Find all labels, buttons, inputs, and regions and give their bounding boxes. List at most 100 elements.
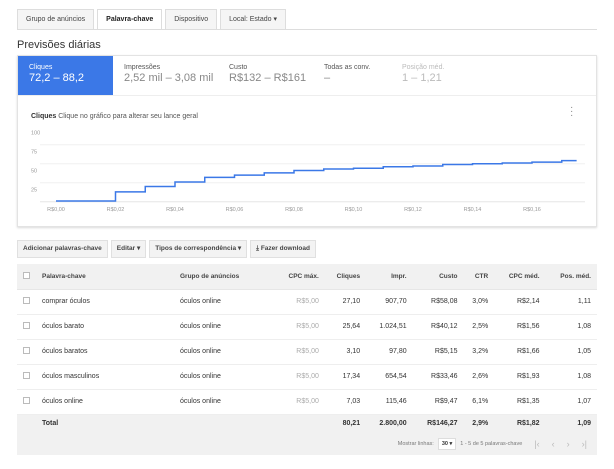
x-tick-label: R$0,14 xyxy=(464,207,482,213)
cell-keyword[interactable]: óculos barato xyxy=(36,314,174,340)
cell-clicks: 25,64 xyxy=(324,314,367,340)
cell-cost: R$33,46 xyxy=(412,364,464,390)
cell-avg-cpc: R$2,14 xyxy=(494,289,546,315)
cell-avg-cpc: R$1,93 xyxy=(494,364,546,390)
cell-ctr: 2,6% xyxy=(463,364,495,390)
rows-per-page-select[interactable]: 30 ▾ xyxy=(437,437,457,450)
table-row[interactable]: comprar óculos óculos online R$5,00 27,10 90… xyxy=(17,289,597,315)
cell-avg-cpc: R$1,66 xyxy=(494,339,546,365)
cell-keyword[interactable]: óculos masculinos xyxy=(36,364,174,390)
match-types-button[interactable]: Tipos de correspondência ▾ xyxy=(149,240,248,258)
y-tick-label: 50 xyxy=(31,169,37,175)
range-text: 1 - 5 de 5 palavras-chave xyxy=(460,440,523,447)
cell-max-cpc[interactable]: R$5,00 xyxy=(274,289,325,315)
table-row[interactable]: óculos barato óculos online R$5,00 25,64 1.0… xyxy=(17,314,597,340)
first-page-icon[interactable]: |‹ xyxy=(534,439,539,449)
cell-max-cpc[interactable]: R$5,00 xyxy=(274,339,325,365)
cell-ctr: 3,2% xyxy=(463,339,495,365)
total-impr: 2.800,00 xyxy=(366,414,413,434)
row-checkbox[interactable] xyxy=(17,364,36,390)
x-tick-label: R$0,06 xyxy=(226,207,244,213)
row-checkbox[interactable] xyxy=(17,339,36,365)
cell-impr: 115,46 xyxy=(366,389,413,415)
cell-keyword[interactable]: óculos online xyxy=(36,389,174,415)
cell-max-cpc[interactable]: R$5,00 xyxy=(274,314,325,340)
total-avg-cpc: R$1,82 xyxy=(494,414,546,434)
last-page-icon[interactable]: ›| xyxy=(582,439,587,449)
x-tick-label: R$0,02 xyxy=(107,207,125,213)
col-cost[interactable]: Custo xyxy=(412,264,464,290)
show-rows-label: Mostrar linhas: xyxy=(397,440,434,447)
cell-ctr: 6,1% xyxy=(463,389,495,415)
table-row[interactable]: óculos masculinos óculos online R$5,00 17,3… xyxy=(17,364,597,390)
row-checkbox[interactable] xyxy=(17,314,36,340)
cell-cost: R$9,47 xyxy=(412,389,464,415)
cell-ad-group: óculos online xyxy=(174,289,274,315)
cell-impr: 97,80 xyxy=(366,339,413,365)
col-ad-group[interactable]: Grupo de anúncios xyxy=(174,264,274,290)
clicks-chart[interactable]: 100 75 50 25 R$0,00 R$0,02 R$0,04 R$0,06 R$0,08 R… xyxy=(0,0,614,230)
cell-impr: 907,70 xyxy=(366,289,413,315)
download-button[interactable]: ⤓ Fazer download xyxy=(250,240,316,258)
total-ctr: 2,9% xyxy=(463,414,495,434)
x-tick-label: R$0,10 xyxy=(345,207,363,213)
download-label: Fazer download xyxy=(260,245,310,252)
edit-button[interactable]: Editar ▾ xyxy=(110,240,147,258)
total-avg-pos: 1,09 xyxy=(545,414,597,434)
cell-cost: R$40,12 xyxy=(412,314,464,340)
x-tick-label: R$0,16 xyxy=(523,207,541,213)
cell-ad-group: óculos online xyxy=(174,339,274,365)
cell-avg-pos: 1,08 xyxy=(545,314,597,340)
x-tick-label: R$0,00 xyxy=(47,207,65,213)
clicks-series-line xyxy=(56,159,577,202)
total-clicks: 80,21 xyxy=(324,414,367,434)
x-tick-label: R$0,04 xyxy=(166,207,184,213)
col-ctr[interactable]: CTR xyxy=(463,264,495,290)
row-checkbox[interactable] xyxy=(17,289,36,315)
y-tick-label: 100 xyxy=(31,131,40,137)
col-clicks[interactable]: Cliques xyxy=(324,264,367,290)
y-tick-label: 25 xyxy=(31,188,37,194)
cell-clicks: 3,10 xyxy=(324,339,367,365)
cell-max-cpc[interactable]: R$5,00 xyxy=(274,364,325,390)
cell-avg-pos: 1,08 xyxy=(545,364,597,390)
cell-clicks: 17,34 xyxy=(324,364,367,390)
keywords-table: Palavra-chave Grupo de anúncios CPC máx.… xyxy=(17,264,597,434)
col-keyword[interactable]: Palavra-chave xyxy=(36,264,174,290)
total-label: Total xyxy=(36,414,174,434)
y-tick-label: 75 xyxy=(31,150,37,156)
row-checkbox[interactable] xyxy=(17,389,36,415)
cell-clicks: 7,03 xyxy=(324,389,367,415)
col-avg-cpc[interactable]: CPC méd. xyxy=(494,264,546,290)
cell-avg-pos: 1,07 xyxy=(545,389,597,415)
cell-cost: R$5,15 xyxy=(412,339,464,365)
cell-keyword[interactable]: óculos baratos xyxy=(36,339,174,365)
cell-ad-group: óculos online xyxy=(174,389,274,415)
select-all-checkbox[interactable] xyxy=(17,264,36,290)
cell-ctr: 2,5% xyxy=(463,314,495,340)
cell-cost: R$58,08 xyxy=(412,289,464,315)
next-page-icon[interactable]: › xyxy=(567,439,570,449)
table-row[interactable]: óculos online óculos online R$5,00 7,03 115,… xyxy=(17,389,597,415)
total-row: Total 80,21 2.800,00 R$146,27 2,9% R$1,82 1,09 xyxy=(17,414,597,434)
col-impr[interactable]: Impr. xyxy=(366,264,413,290)
col-max-cpc[interactable]: CPC máx. xyxy=(274,264,325,290)
cell-avg-pos: 1,11 xyxy=(545,289,597,315)
pagination-bar: Mostrar linhas: 30 ▾ 1 - 5 de 5 palavras… xyxy=(17,432,597,455)
cell-impr: 1.024,51 xyxy=(366,314,413,340)
x-tick-label: R$0,08 xyxy=(285,207,303,213)
total-cost: R$146,27 xyxy=(412,414,464,434)
cell-keyword[interactable]: comprar óculos xyxy=(36,289,174,315)
cell-avg-cpc: R$1,56 xyxy=(494,314,546,340)
table-row[interactable]: óculos baratos óculos online R$5,00 3,10 97,… xyxy=(17,339,597,365)
cell-impr: 654,54 xyxy=(366,364,413,390)
cell-max-cpc[interactable]: R$5,00 xyxy=(274,389,325,415)
x-tick-label: R$0,12 xyxy=(404,207,422,213)
cell-clicks: 27,10 xyxy=(324,289,367,315)
cell-ctr: 3,0% xyxy=(463,289,495,315)
prev-page-icon[interactable]: ‹ xyxy=(552,439,555,449)
cell-ad-group: óculos online xyxy=(174,364,274,390)
col-avg-pos[interactable]: Pos. méd. xyxy=(545,264,597,290)
cell-avg-cpc: R$1,35 xyxy=(494,389,546,415)
add-keywords-button[interactable]: Adicionar palavras-chave xyxy=(17,240,108,258)
